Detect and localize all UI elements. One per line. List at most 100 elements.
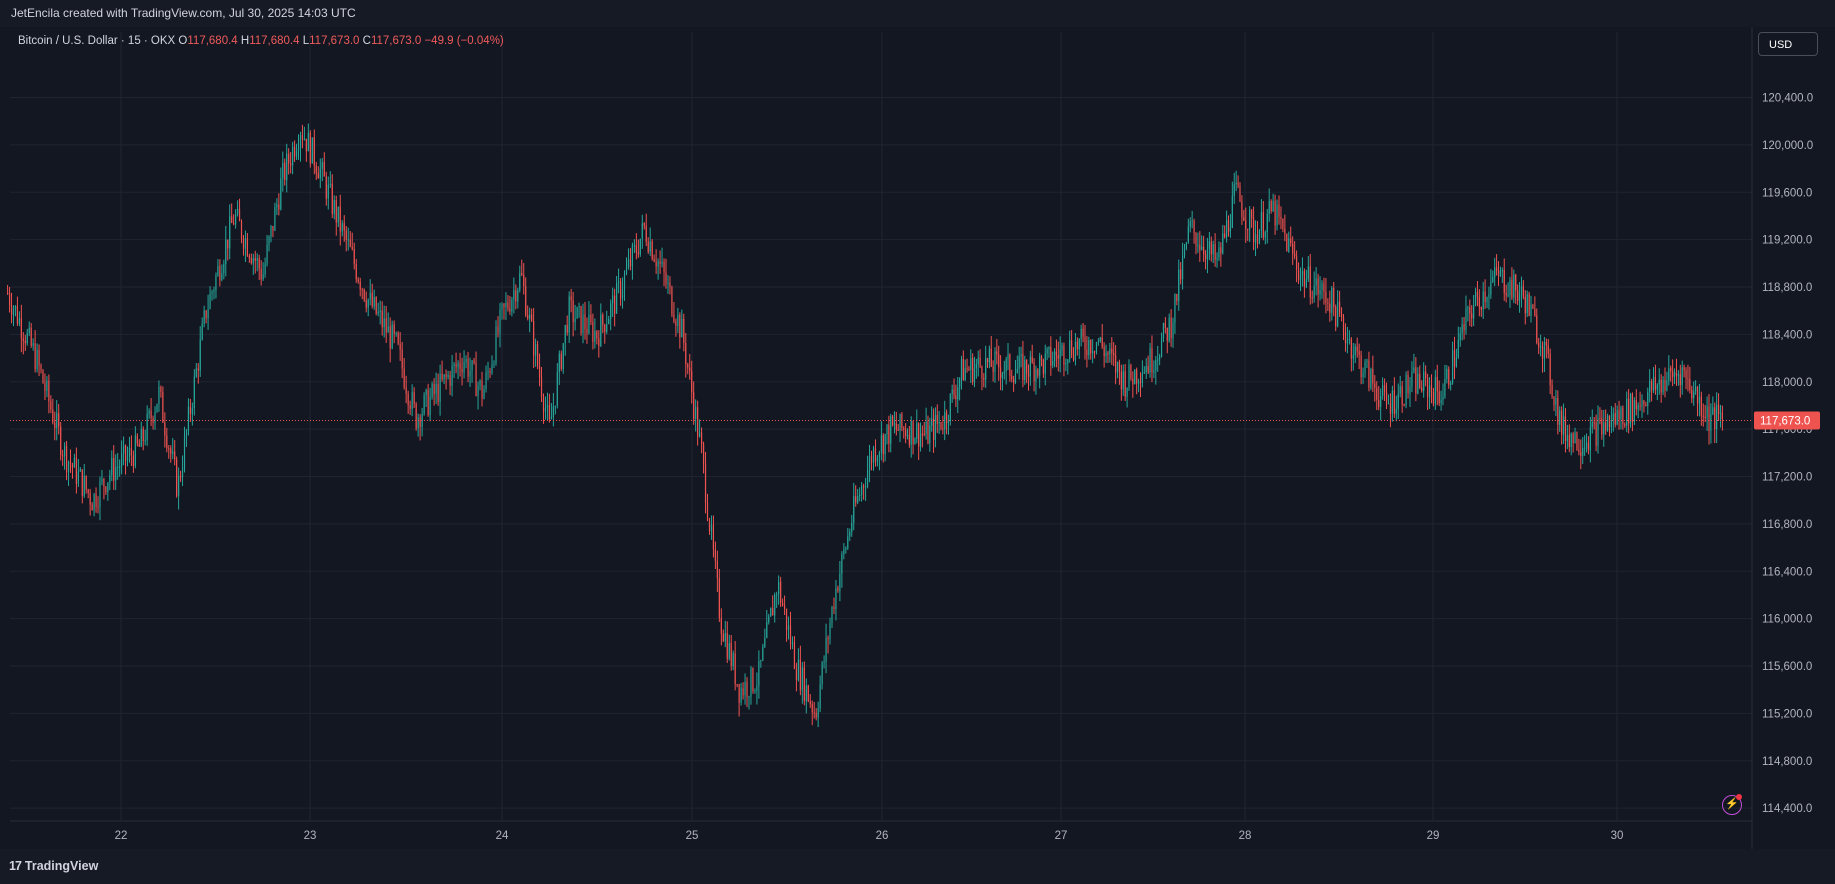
candle-body <box>1139 381 1142 383</box>
candle-body <box>331 183 333 214</box>
candle-body <box>1331 288 1333 313</box>
close-value: 117,673.0 <box>370 35 422 47</box>
candle-body <box>1086 349 1088 356</box>
candle-body <box>313 137 315 166</box>
candle-body <box>728 643 730 659</box>
candle-body <box>1689 379 1691 390</box>
candle-body <box>689 367 691 371</box>
candle-body <box>629 259 632 267</box>
candle-body <box>517 289 519 302</box>
candle-body <box>339 206 341 232</box>
candle-body <box>827 637 829 640</box>
candle-body <box>851 522 853 533</box>
change-value: −49.9 (−0.04%) <box>424 35 504 47</box>
candle-body <box>921 433 923 435</box>
candle-body <box>1438 391 1440 404</box>
candle-body <box>293 146 296 157</box>
candle-body <box>748 696 750 698</box>
candle-body <box>1687 378 1689 380</box>
candle-body <box>927 421 929 444</box>
candle-body <box>1305 279 1307 287</box>
candle-body <box>562 343 564 369</box>
candle-body <box>1478 296 1480 308</box>
candle-body <box>623 273 626 290</box>
currency-button[interactable]: USD <box>1758 32 1818 56</box>
candle-body <box>821 662 823 685</box>
candle-body <box>264 263 266 275</box>
candle-body <box>233 222 235 225</box>
candle-body <box>148 410 150 414</box>
candle-body <box>677 314 679 326</box>
candle-body <box>1691 389 1693 399</box>
candle-body <box>1417 373 1419 394</box>
candle-body <box>1710 413 1712 431</box>
candle-body <box>1721 412 1723 420</box>
candle-body <box>48 380 50 402</box>
candle-body <box>1040 356 1043 360</box>
candle-body <box>1214 244 1216 260</box>
candle-body <box>825 637 827 662</box>
candle-body <box>197 368 199 371</box>
candle-body <box>712 524 715 550</box>
candle-body <box>1463 324 1465 331</box>
candle-body <box>441 373 443 380</box>
candle-body <box>1492 277 1494 282</box>
candle-body <box>548 404 551 420</box>
candle-body <box>1591 422 1593 428</box>
candle-body <box>1666 380 1668 391</box>
candle-body <box>1534 308 1536 316</box>
candle-body <box>303 138 306 140</box>
candle-body <box>355 264 357 280</box>
candle-body <box>661 261 663 264</box>
candle-body <box>361 289 363 291</box>
candle-body <box>592 321 594 342</box>
candle-body <box>286 153 288 181</box>
candle-body <box>166 435 168 449</box>
candle-body <box>1020 353 1022 357</box>
candle-body <box>299 135 302 149</box>
candle-body <box>675 321 677 326</box>
candle-body <box>1658 379 1660 385</box>
candle-body <box>1241 201 1243 218</box>
candle-body <box>1212 244 1214 255</box>
candle-body <box>1476 292 1479 297</box>
candle-body <box>1446 368 1448 379</box>
candle-body <box>1031 356 1033 363</box>
candle-body <box>387 326 389 333</box>
candle-body <box>101 478 103 482</box>
candle-body <box>142 428 144 441</box>
candle-body <box>671 287 673 315</box>
candle-body <box>1039 356 1041 376</box>
candle-body <box>1370 368 1372 388</box>
candle-body <box>270 225 272 237</box>
candle-body <box>574 318 576 323</box>
candle-body <box>513 290 515 300</box>
candle-body <box>1009 354 1011 376</box>
candle-body <box>1543 342 1546 359</box>
candle-body <box>778 581 780 595</box>
candle-body <box>925 421 927 435</box>
candle-body <box>693 392 695 419</box>
candle-body <box>564 325 566 344</box>
candle-body <box>833 607 835 609</box>
candle-body <box>584 314 586 330</box>
candle-body <box>783 605 786 609</box>
candle-body <box>347 239 349 241</box>
candle-body <box>809 701 811 705</box>
candle-body <box>966 368 968 370</box>
candle-body <box>895 423 897 430</box>
candlestick-chart[interactable]: 120,400.0 120,000.0 119,600.0 119,200.0 118,… <box>0 0 1835 884</box>
candle-body <box>906 435 909 437</box>
candle-body <box>359 281 361 290</box>
tradingview-logo[interactable]: 17 TradingView <box>9 859 98 873</box>
candle-body <box>1409 386 1411 394</box>
candle-body <box>947 421 950 424</box>
candle-body <box>1532 304 1534 309</box>
candle-body <box>550 417 552 420</box>
candle-body <box>590 314 592 322</box>
candle-body <box>266 244 268 264</box>
candle-body <box>746 681 748 697</box>
candle-body <box>627 259 630 268</box>
candle-body <box>1323 283 1325 292</box>
candle-body <box>419 417 421 428</box>
